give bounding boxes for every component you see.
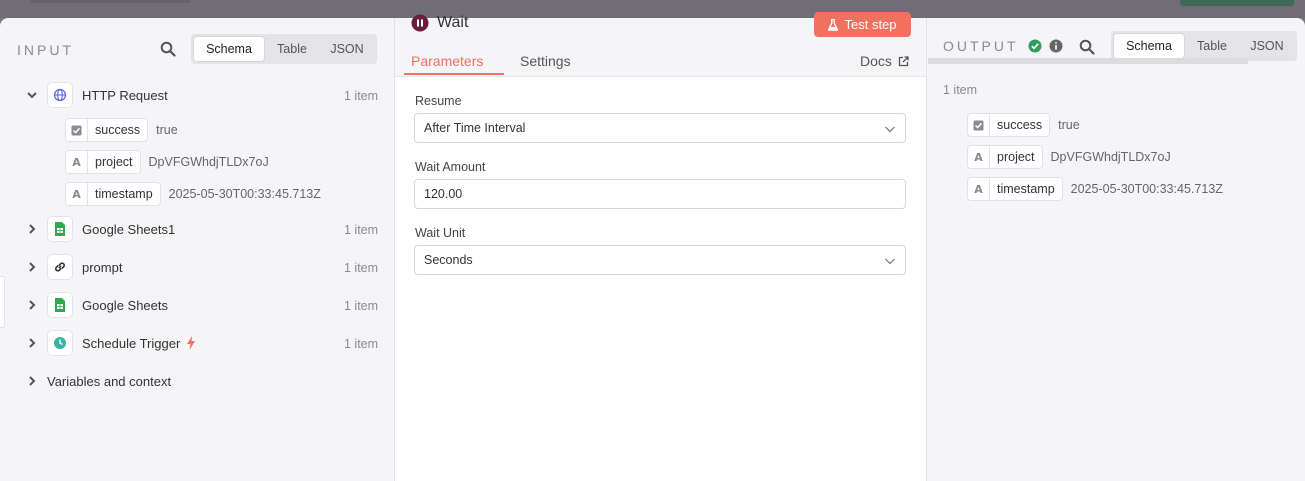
input-panel-title: INPUT bbox=[17, 42, 74, 58]
input-tab-schema[interactable]: Schema bbox=[194, 37, 264, 61]
output-panel-title: OUTPUT bbox=[943, 38, 1019, 54]
backdrop-button bbox=[1180, 0, 1294, 6]
output-field-project[interactable]: A project DpVFGWhdjTLDx7oJ bbox=[967, 143, 1171, 171]
output-search-icon[interactable] bbox=[1077, 37, 1097, 57]
input-view-toggle: Schema Table JSON bbox=[191, 34, 377, 64]
string-icon: A bbox=[968, 146, 990, 168]
chevron-down-icon[interactable] bbox=[25, 88, 39, 102]
resume-value: After Time Interval bbox=[424, 121, 526, 135]
schema-field-timestamp[interactable]: A timestamp 2025-05-30T00:33:45.713Z bbox=[65, 180, 321, 208]
tree-node-label: HTTP Request bbox=[82, 87, 168, 103]
tab-settings[interactable]: Settings bbox=[520, 53, 571, 69]
resume-select[interactable]: After Time Interval bbox=[414, 113, 906, 143]
test-step-button[interactable]: Test step bbox=[814, 12, 911, 37]
chevron-right-icon[interactable] bbox=[25, 260, 39, 274]
tree-node-label: prompt bbox=[82, 259, 123, 275]
field-value: 2025-05-30T00:33:45.713Z bbox=[1070, 182, 1223, 196]
output-field-timestamp[interactable]: A timestamp 2025-05-30T00:33:45.713Z bbox=[967, 175, 1223, 203]
field-value: DpVFGWhdjTLDx7oJ bbox=[148, 155, 269, 169]
chevron-down-icon bbox=[884, 123, 896, 138]
input-tab-json[interactable]: JSON bbox=[320, 37, 374, 61]
output-tab-json[interactable]: JSON bbox=[1240, 34, 1294, 58]
output-tab-schema[interactable]: Schema bbox=[1114, 34, 1184, 58]
chevron-right-icon[interactable] bbox=[25, 222, 39, 236]
chevron-right-icon[interactable] bbox=[25, 374, 39, 388]
node-title[interactable]: Wait bbox=[437, 14, 468, 32]
google-sheets-icon bbox=[47, 216, 73, 242]
panel-drag-handle[interactable] bbox=[0, 276, 5, 328]
string-icon: A bbox=[66, 151, 88, 173]
canvas-backdrop bbox=[0, 0, 1305, 18]
wait-amount-label: Wait Amount bbox=[415, 160, 486, 174]
tree-node-google-sheets[interactable]: Google Sheets bbox=[25, 291, 168, 319]
string-icon: A bbox=[66, 183, 88, 205]
active-tab-indicator bbox=[404, 73, 504, 75]
info-icon[interactable] bbox=[1049, 39, 1063, 53]
wait-node-icon bbox=[411, 14, 429, 32]
docs-link[interactable]: Docs bbox=[860, 53, 909, 69]
docs-label: Docs bbox=[860, 53, 892, 69]
field-name: timestamp bbox=[95, 187, 153, 201]
field-name: project bbox=[95, 155, 133, 169]
item-count: 1 item bbox=[344, 223, 379, 237]
node-parameters-panel: Wait Test step Parameters Settings Docs … bbox=[394, 12, 927, 481]
tree-node-http-request[interactable]: HTTP Request bbox=[25, 81, 168, 109]
schema-field-success[interactable]: success true bbox=[65, 116, 178, 144]
tree-node-label: Variables and context bbox=[47, 373, 172, 389]
item-count: 1 item bbox=[344, 261, 379, 275]
tree-node-label: Google Sheets1 bbox=[82, 221, 176, 237]
field-value: true bbox=[156, 123, 178, 137]
wait-unit-select[interactable]: Seconds bbox=[414, 245, 906, 275]
field-name: success bbox=[997, 118, 1043, 132]
tree-node-schedule-trigger[interactable]: Schedule Trigger bbox=[25, 329, 196, 357]
chevron-down-icon bbox=[884, 255, 896, 270]
tree-node-variables[interactable]: Variables and context bbox=[25, 367, 171, 395]
tree-node-google-sheets1[interactable]: Google Sheets1 bbox=[25, 215, 175, 243]
tree-node-label: Schedule Trigger bbox=[82, 335, 181, 351]
clock-icon bbox=[47, 330, 73, 356]
resume-label: Resume bbox=[415, 94, 462, 108]
input-search-icon[interactable] bbox=[158, 39, 178, 59]
item-count: 1 item bbox=[344, 89, 379, 103]
link-icon bbox=[47, 254, 73, 280]
google-sheets-icon bbox=[47, 292, 73, 318]
field-name: project bbox=[997, 150, 1035, 164]
success-check-icon bbox=[1028, 39, 1042, 53]
lightning-icon bbox=[186, 336, 196, 350]
tree-node-prompt[interactable]: prompt bbox=[25, 253, 122, 281]
node-details-modal: INPUT Schema Table JSON HTTP Request 1 i… bbox=[0, 12, 1305, 481]
input-tab-table[interactable]: Table bbox=[264, 37, 320, 61]
wait-amount-value: 120.00 bbox=[424, 187, 463, 201]
checkbox-icon bbox=[968, 114, 990, 136]
output-item-count: 1 item bbox=[943, 83, 978, 97]
item-count: 1 item bbox=[344, 299, 379, 313]
chevron-right-icon[interactable] bbox=[25, 298, 39, 312]
checkbox-icon bbox=[66, 119, 88, 141]
flask-icon bbox=[828, 18, 839, 31]
field-name: timestamp bbox=[997, 182, 1055, 196]
tab-parameters[interactable]: Parameters bbox=[411, 53, 483, 69]
output-view-toggle: Schema Table JSON bbox=[1111, 31, 1297, 61]
wait-unit-value: Seconds bbox=[424, 253, 473, 267]
chevron-right-icon[interactable] bbox=[25, 336, 39, 350]
field-value: 2025-05-30T00:33:45.713Z bbox=[168, 187, 321, 201]
schema-field-project[interactable]: A project DpVFGWhdjTLDx7oJ bbox=[65, 148, 269, 176]
field-value: DpVFGWhdjTLDx7oJ bbox=[1050, 150, 1171, 164]
output-tab-table[interactable]: Table bbox=[1184, 34, 1240, 58]
field-name: success bbox=[95, 123, 141, 137]
external-link-icon bbox=[898, 55, 909, 67]
globe-icon bbox=[47, 82, 73, 108]
test-step-label: Test step bbox=[844, 17, 897, 32]
tree-node-label: Google Sheets bbox=[82, 297, 169, 313]
output-scroll-indicator bbox=[928, 58, 1248, 64]
wait-unit-label: Wait Unit bbox=[415, 226, 466, 240]
string-icon: A bbox=[968, 178, 990, 200]
field-value: true bbox=[1058, 118, 1080, 132]
output-field-success[interactable]: success true bbox=[967, 111, 1080, 139]
wait-amount-input[interactable]: 120.00 bbox=[414, 179, 906, 209]
backdrop-text bbox=[30, 0, 190, 3]
item-count: 1 item bbox=[344, 337, 379, 351]
